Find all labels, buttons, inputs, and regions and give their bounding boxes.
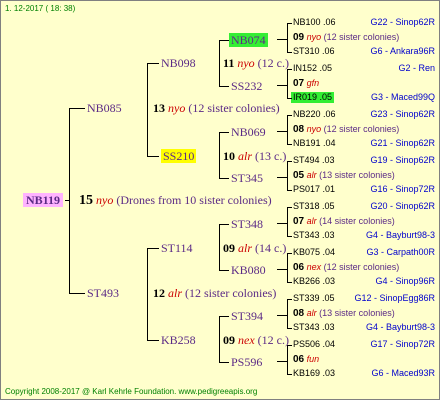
gen4-drones: 09 nyo (12 sister colonies) [293,32,400,43]
gen3-queen-5: ST348 [231,217,264,231]
gen4-queen-b: ST343 .03 [293,322,335,332]
gen4-queen-a: IN152 .05 [293,63,333,73]
gen4-queen-a-origin: G2 - Ren [398,63,435,73]
gen4-queen-b-origin: G6 - Maced93R [371,368,435,378]
gen4-queen-b: NB191 .04 [293,138,336,148]
gen4-queen-b: ST343 .03 [293,230,335,240]
gen4-queen-a-origin: G12 - SinopEgg86R [354,293,435,303]
gen4-drones: 06 nex (12 sister colonies) [293,262,400,273]
gen4-queen-a-origin: G20 - Sinop62R [370,201,435,211]
gen4-queen-b-origin: G4 - Bayburt98-3 [365,230,435,240]
gen4-drones: 06 fun [293,354,320,365]
gen4-queen-a: ST494 .03 [293,155,335,165]
gen4-drones: 08 nyo (12 sister colonies) [293,124,400,135]
gen4-queen-b-origin: G4 - Bayburt98-3 [365,322,435,332]
gen2-queen-3: ST114 [161,241,193,255]
date-label: 1. 12-2017 ( 18: 38) [5,4,76,13]
gen2-drones-2: 10 alr (13 c.) [223,149,287,163]
gen3-queen-1: NB074 [229,33,268,47]
gen4-drones: 08 alr (13 sister colonies) [293,308,395,319]
copyright-label: Copyright 2008-2017 @ Karl Kehrle Founda… [5,387,258,396]
gen3-queen-7: ST394 [231,309,264,323]
gen4-queen-a-origin: G22 - Sinop62R [370,17,435,27]
gen4-queen-b-origin: G21 - Sinop62R [370,138,435,148]
gen4-queen-a-origin: G3 - Carpath00R [366,247,435,257]
gen1-drones-a: 13 nyo (12 sister colonies) [153,101,280,115]
gen4-queen-b: PS017 .01 [293,184,336,194]
gen2-queen-2: SS210 [161,149,197,163]
gen4-queen-b-origin: G4 - Sinop96R [375,276,435,286]
gen2-queen-4: KB258 [161,333,196,347]
gen2-drones-4: 09 nex (12 c.) [223,333,289,347]
root-drones: 15 nyo (Drones from 10 sister colonies) [79,193,272,208]
gen1-queen-b: ST493 [87,286,120,300]
gen3-queen-3: NB069 [231,125,266,139]
gen4-queen-a: KB075 .04 [293,247,336,257]
gen4-queen-a: PS506 .04 [293,339,336,349]
queen-root: NB119 [23,193,64,207]
gen4-queen-b-origin: G3 - Maced99Q [370,92,435,102]
gen4-queen-a: ST339 .05 [293,293,335,303]
gen3-queen-8: PS596 [231,355,263,369]
gen4-queen-a-origin: G19 - Sinop62R [370,155,435,165]
gen4-queen-b-origin: G6 - Ankara96R [370,46,435,56]
gen4-drones: 05 alr (13 sister colonies) [293,170,395,181]
gen4-queen-b: KB266 .03 [293,276,336,286]
gen4-drones: 07 alr (14 sister colonies) [293,216,395,227]
gen4-queen-b: IR019 .05 [291,92,335,103]
gen4-queen-a-origin: G23 - Sinop62R [370,109,435,119]
gen4-queen-a: ST318 .05 [293,201,335,211]
gen4-queen-a: NB220 .06 [293,109,336,119]
gen2-drones-1: 11 nyo (12 c.) [223,56,289,70]
pedigree-chart: 1. 12-2017 ( 18: 38) Copyright 2008-2017… [0,0,440,400]
gen2-queen-1: NB098 [161,56,196,70]
gen4-queen-b: ST310 .06 [293,46,335,56]
gen4-queen-b-origin: G16 - Sinop72R [370,184,435,194]
gen1-queen-a: NB085 [87,101,122,115]
gen4-drones: 07 gfn [293,78,320,89]
gen1-drones-b: 12 alr (12 sister colonies) [153,286,277,300]
gen3-queen-4: ST345 [231,171,264,185]
gen4-queen-a-origin: G17 - Sinop72R [370,339,435,349]
gen2-drones-3: 09 alr (14 c.) [223,241,287,255]
gen3-queen-6: KB080 [231,263,266,277]
gen4-queen-a: NB100 .06 [293,17,336,27]
gen4-queen-b: KB169 .03 [293,368,336,378]
gen3-queen-2: SS232 [231,79,263,93]
root-id: NB119 [23,193,64,207]
